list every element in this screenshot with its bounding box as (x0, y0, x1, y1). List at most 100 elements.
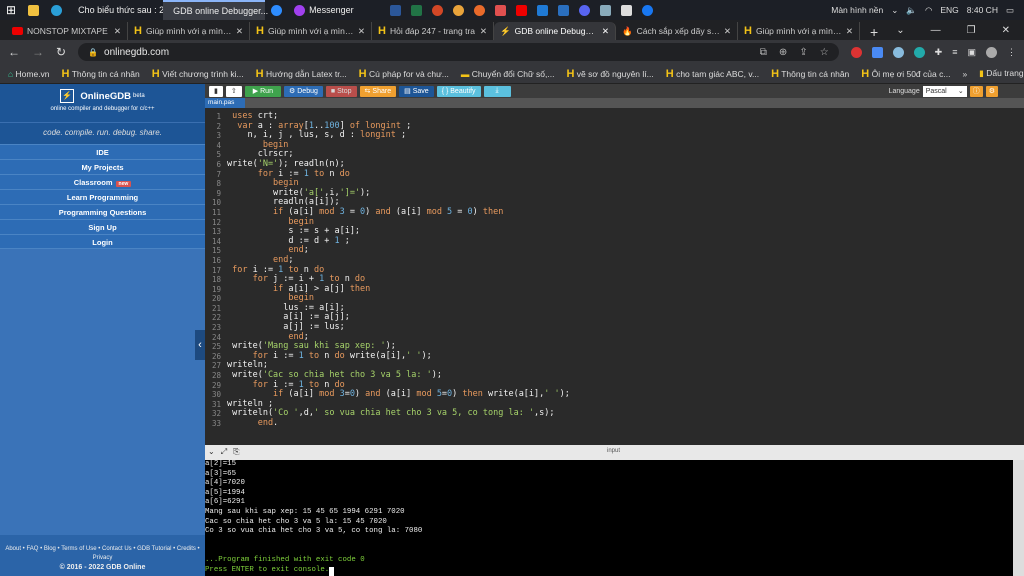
download-button[interactable]: ⤓ (483, 85, 511, 97)
extension-icon[interactable] (892, 46, 904, 58)
copy-icon[interactable]: ⎘ (233, 447, 245, 456)
minimize-button[interactable]: — (931, 25, 941, 36)
media-icon[interactable]: ≡ (952, 47, 957, 58)
bookmark[interactable]: ▬ Chuyển đổi Chữ số,... (461, 69, 555, 79)
expand-icon[interactable]: ⤢ (221, 447, 233, 456)
browser-tab-active[interactable]: ⚡ GDB online Debugger | ✕ (494, 22, 616, 40)
edge-icon[interactable] (45, 0, 68, 20)
collapse-console-icon[interactable]: ⌄ (208, 447, 221, 456)
save-button[interactable]: ▤ Save (399, 85, 434, 97)
bookmark[interactable]: H vẽ sơ đồ nguyên lí... (566, 68, 653, 80)
bookmark[interactable]: H Viết chương trình ki... (152, 68, 244, 80)
share-icon[interactable]: ⇪ (799, 47, 807, 58)
close-icon[interactable]: ✕ (114, 26, 121, 37)
browser-tab[interactable]: H Giúp mình với ạ mình c ✕ (128, 22, 250, 40)
code-editor[interactable]: 1 uses crt; 2 var a : array[1..100] of lo… (205, 108, 1024, 445)
browser-tab[interactable]: NONSTOP MIXTAPE ✕ (6, 22, 128, 40)
gdb-logo-icon[interactable]: ⚡ (60, 89, 75, 103)
bookmark[interactable]: ⌂ Home.vn (8, 69, 50, 79)
restore-button[interactable]: ❐ (967, 25, 976, 36)
adblock-extension-icon[interactable] (850, 46, 862, 58)
bookmark[interactable]: H Thông tin cá nhân (771, 68, 849, 80)
url-input[interactable]: 🔒 onlinegdb.com ⧉ ⊕ ⇪ ☆ (78, 43, 839, 61)
file-tab-main-pas[interactable]: main.pas (205, 98, 245, 108)
side-panel-icon[interactable]: ▣ (967, 47, 976, 58)
bookmark[interactable]: H Thông tin cá nhân (62, 68, 140, 80)
taskbar-app-chrome-1[interactable]: Cho biểu thức sau : 2... (68, 0, 172, 20)
close-icon[interactable]: ✕ (724, 26, 731, 37)
more-bookmarks-icon[interactable]: » (962, 69, 967, 79)
debug-button[interactable]: ⚙ Debug (283, 85, 323, 97)
translate-icon[interactable]: ⧉ (760, 47, 767, 58)
bookmark[interactable]: H Hướng dẫn Latex tr... (256, 68, 347, 80)
sidebar-item-my-projects[interactable]: My Projects (0, 159, 205, 174)
file-explorer-icon[interactable] (22, 0, 45, 20)
browser-tab[interactable]: H Giúp mình với ạ mình c ✕ (738, 22, 860, 40)
bookmark-folder[interactable]: ▮ Dấu trang khác (979, 68, 1024, 79)
puzzle-icon[interactable]: ✚ (935, 47, 943, 58)
volume-icon[interactable]: 🔈 (906, 5, 917, 16)
bookmark[interactable]: H cho tam giác ABC, v... (666, 68, 759, 80)
star-icon[interactable]: ☆ (820, 47, 829, 58)
pinned-apps[interactable] (384, 0, 659, 20)
close-window-button[interactable]: ✕ (1002, 25, 1010, 36)
lock-icon: 🔒 (88, 47, 99, 57)
chevron-down-icon[interactable]: ⌄ (891, 5, 898, 16)
reload-icon[interactable]: ↻ (56, 45, 66, 59)
sidebar-item-learn-programming[interactable]: Learn Programming (0, 189, 205, 204)
run-button[interactable]: ▶ Run (244, 85, 281, 97)
code-line: 15 end; (205, 246, 1024, 256)
sidebar-item-classroom[interactable]: Classroom new (0, 174, 205, 189)
bookmark[interactable]: H Cú pháp for và chư... (359, 68, 449, 80)
close-icon[interactable]: ✕ (846, 26, 853, 37)
notification-icon[interactable]: ▭ (1006, 5, 1014, 16)
taskbar-app-messenger[interactable]: Messenger (288, 0, 384, 20)
browser-tab[interactable]: H Hỏi đáp 247 - trang tra ✕ (372, 22, 494, 40)
bookmark[interactable]: H Ôi mẹ ơi 50đ của c... (861, 68, 950, 80)
line-number: 30 (211, 390, 221, 400)
console-tab-input[interactable]: input (607, 448, 620, 454)
upload-button[interactable]: ⇧ (225, 85, 242, 97)
sidebar-item-ide[interactable]: IDE (0, 144, 205, 159)
sidebar-item-login[interactable]: Login (0, 234, 205, 249)
start-button[interactable]: ⊞ (0, 0, 22, 20)
menu-icon[interactable]: ⋮ (1007, 47, 1016, 58)
close-icon[interactable]: ✕ (602, 26, 609, 37)
close-icon[interactable]: ✕ (480, 26, 487, 37)
info-button[interactable]: ⓘ (969, 85, 983, 97)
desktop-toolbar[interactable]: Màn hình nền (831, 5, 883, 15)
address-bar-row: ← → ↻ 🔒 onlinegdb.com ⧉ ⊕ ⇪ ☆ ✚ ≡ ▣ ⋮ (0, 40, 1024, 64)
browser-tab[interactable]: H Giúp mình với ạ mình c ✕ (250, 22, 372, 40)
stop-button[interactable]: ■ Stop (325, 85, 357, 97)
settings-button[interactable]: ⚙ (985, 85, 998, 97)
messenger-extension-icon[interactable] (913, 46, 925, 58)
footer-links[interactable]: About • FAQ • Blog • Terms of Use • Cont… (0, 545, 205, 563)
close-icon[interactable]: ✕ (358, 26, 365, 37)
console-scrollbar[interactable] (1013, 460, 1024, 576)
share-button[interactable]: ⇆ Share (359, 85, 397, 97)
collapse-sidebar-button[interactable]: ‹ (195, 330, 205, 360)
sidebar-item-programming-questions[interactable]: Programming Questions (0, 204, 205, 219)
translate-extension-icon[interactable] (871, 46, 883, 58)
tab-search-icon[interactable]: ⌄ (896, 25, 904, 36)
zoom-icon[interactable]: ⊕ (779, 47, 787, 58)
new-tab-button[interactable]: + (860, 24, 888, 40)
language-select[interactable]: Pascal ⌄ (922, 85, 967, 97)
sidebar-item-sign-up[interactable]: Sign Up (0, 219, 205, 234)
clock[interactable]: 8:40 CH (967, 5, 998, 15)
forward-icon[interactable]: → (32, 45, 44, 59)
avatar[interactable] (986, 46, 997, 58)
code-line: 7 for i := 1 to n do (205, 169, 1024, 180)
language-indicator[interactable]: ENG (940, 5, 958, 15)
youtube-icon (516, 4, 528, 16)
taskbar-app-zoom[interactable] (265, 0, 288, 20)
console-output[interactable]: a[2]=15 a[3]=65 a[4]=7020 a[5]=1994 a[6]=629… (205, 460, 1013, 576)
wifi-icon[interactable]: ◠ (925, 5, 932, 16)
close-icon[interactable]: ✕ (236, 26, 243, 37)
stop-icon: ■ (330, 87, 336, 95)
back-icon[interactable]: ← (8, 45, 20, 59)
new-file-button[interactable]: ▮ (209, 85, 223, 97)
browser-tab[interactable]: 🔥 Cách sắp xếp dãy số tă ✕ (616, 22, 738, 40)
taskbar-app-chrome-2[interactable]: GDB online Debugger... (163, 0, 268, 20)
beautify-button[interactable]: { } Beautify (436, 85, 481, 97)
